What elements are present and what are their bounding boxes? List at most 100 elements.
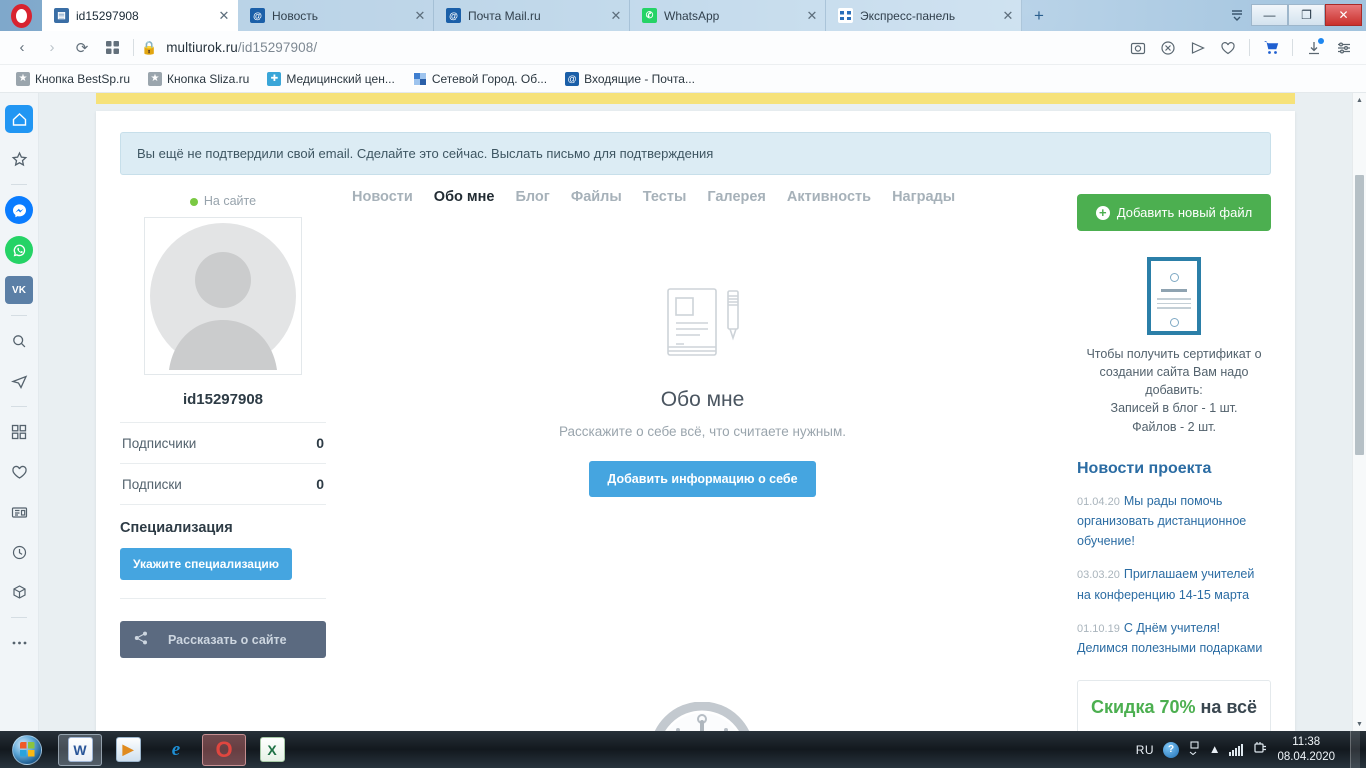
start-button[interactable] (0, 731, 54, 768)
snapshot-icon[interactable] (1124, 35, 1152, 61)
tab-title: Экспресс-панель (860, 8, 956, 23)
taskbar-item-internet-explorer[interactable]: e (154, 734, 198, 766)
lock-icon: 🔒 (141, 39, 158, 55)
tab-menu-chevron-icon[interactable] (1223, 2, 1251, 28)
add-new-file-button[interactable]: + Добавить новый файл (1077, 194, 1271, 231)
url-domain: multiurok.ru (166, 40, 238, 55)
about-me-empty-state: Обо мне Расскажите о себе всё, что счита… (352, 283, 1053, 497)
email-confirm-alert[interactable]: Вы ещё не подтвердили свой email. Сделай… (120, 132, 1271, 175)
cart-icon[interactable] (1257, 35, 1285, 61)
adblock-icon[interactable] (1154, 35, 1182, 61)
tray-overflow-chevron-icon[interactable]: ▲ (1209, 744, 1220, 756)
sidebar-item-extensions[interactable] (5, 578, 33, 606)
promo-banner[interactable]: Скидка 70% на всё (1077, 680, 1271, 731)
close-icon[interactable]: ✕ (609, 9, 623, 22)
browser-tab[interactable]: @ Новость ✕ (238, 0, 434, 31)
browser-tab[interactable]: ▤ id15297908 ✕ (42, 0, 238, 31)
forward-button[interactable]: › (38, 35, 66, 61)
taskbar-item-word[interactable]: W (58, 733, 102, 766)
content-column: Новости Обо мне Блог Файлы Тесты Галерея… (326, 175, 1077, 731)
sidebar-item-search[interactable] (5, 327, 33, 355)
promo-suffix: на всё (1200, 697, 1258, 718)
taskbar-item-excel[interactable]: X (250, 734, 294, 766)
stat-label: Подписки (122, 476, 182, 492)
certificate-seal-icon (1169, 273, 1179, 282)
browser-tab[interactable]: ✆ WhatsApp ✕ (630, 0, 826, 31)
heart-icon[interactable] (1214, 35, 1242, 61)
close-icon[interactable]: ✕ (413, 9, 427, 22)
scroll-down-arrow-icon[interactable]: ▼ (1353, 717, 1366, 731)
tab-title: WhatsApp (664, 8, 720, 23)
tab-blog[interactable]: Блог (515, 189, 549, 205)
empty-state-subtitle: Расскажите о себе всё, что считаете нужн… (558, 424, 847, 439)
bookmark-label: Входящие - Почта... (584, 71, 695, 86)
tab-awards[interactable]: Награды (892, 189, 955, 205)
browser-tab[interactable]: @ Почта Mail.ru ✕ (434, 0, 630, 31)
power-plug-icon[interactable] (1252, 741, 1268, 758)
help-icon[interactable]: ? (1163, 741, 1180, 758)
url-path: /id15297908/ (237, 40, 318, 55)
reload-button[interactable]: ⟳ (68, 35, 96, 61)
sidebar-item-history[interactable] (5, 538, 33, 566)
profile-username: id15297908 (182, 391, 264, 408)
sidebar-item-vk[interactable]: VK (5, 276, 33, 304)
tab-files[interactable]: Файлы (571, 189, 622, 205)
maximize-button[interactable]: ❐ (1288, 4, 1325, 26)
divider (1249, 39, 1250, 56)
bookmark-item[interactable]: Кнопка BestSp.ru (8, 70, 138, 88)
news-item[interactable]: 01.04.20 Мы рады помочь организовать дист… (1077, 491, 1271, 552)
sidebar-item-more[interactable] (5, 629, 33, 657)
divider (11, 406, 27, 407)
sidebar-item-favorites[interactable] (5, 458, 33, 486)
speed-dial-button[interactable] (98, 35, 126, 61)
close-icon[interactable]: ✕ (1001, 9, 1015, 22)
browser-tab[interactable]: Экспресс-панель ✕ (826, 0, 1022, 31)
bookmark-item[interactable]: Кнопка Sliza.ru (140, 70, 257, 88)
news-item[interactable]: 03.03.20 Приглашаем учителей на конференц… (1077, 564, 1271, 605)
sidebar-item-speed-dial[interactable] (5, 418, 33, 446)
tab-gallery[interactable]: Галерея (707, 189, 766, 205)
close-icon[interactable]: ✕ (217, 9, 231, 22)
news-item[interactable]: 01.10.19 С Днём учителя! Делимся полезным… (1077, 618, 1271, 659)
opera-sidebar: VK (0, 93, 39, 731)
scrollbar-thumb[interactable] (1355, 175, 1364, 455)
sidebar-item-news[interactable] (5, 498, 33, 526)
bookmark-item[interactable]: Сетевой Город. Об... (405, 70, 555, 88)
bookmark-item[interactable]: @ Входящие - Почта... (557, 70, 703, 88)
url-text[interactable]: multiurok.ru/id15297908/ (166, 40, 317, 55)
download-icon[interactable] (1300, 35, 1328, 61)
set-specialization-button[interactable]: Укажите специализацию (120, 548, 292, 580)
minimize-button[interactable]: — (1251, 4, 1288, 26)
avatar[interactable] (144, 217, 302, 375)
share-site-button[interactable]: Рассказать о сайте (120, 621, 326, 658)
stat-following[interactable]: Подписки 0 (120, 463, 326, 504)
add-about-info-button[interactable]: Добавить информацию о себе (589, 461, 816, 497)
close-window-button[interactable]: ✕ (1325, 4, 1362, 26)
tray-expand-icon[interactable] (1188, 741, 1200, 758)
page-scrollbar[interactable]: ▲ ▼ (1352, 93, 1366, 731)
tab-tests[interactable]: Тесты (643, 189, 687, 205)
tab-news[interactable]: Новости (352, 189, 413, 205)
settings-sliders-icon[interactable] (1330, 35, 1358, 61)
certificate-thumbnail[interactable] (1147, 257, 1201, 335)
sidebar-item-bookmarks[interactable] (5, 145, 33, 173)
taskbar-clock[interactable]: 11:38 08.04.2020 (1277, 735, 1341, 765)
tab-activity[interactable]: Активность (787, 189, 871, 205)
language-indicator[interactable]: RU (1136, 743, 1154, 757)
stat-followers[interactable]: Подписчики 0 (120, 422, 326, 463)
close-icon[interactable]: ✕ (805, 9, 819, 22)
sidebar-item-telegram[interactable] (5, 367, 33, 395)
sidebar-item-home[interactable] (5, 105, 33, 133)
network-signal-icon[interactable] (1229, 743, 1244, 756)
show-desktop-button[interactable] (1350, 731, 1360, 768)
bookmark-item[interactable]: ✚ Медицинский цен... (259, 70, 402, 88)
taskbar-item-media-player[interactable]: ▶ (106, 734, 150, 766)
new-tab-button[interactable]: + (1022, 0, 1056, 31)
sidebar-item-whatsapp[interactable] (5, 236, 33, 264)
taskbar-item-opera[interactable]: O (202, 733, 246, 766)
back-button[interactable]: ‹ (8, 35, 36, 61)
scroll-up-arrow-icon[interactable]: ▲ (1353, 93, 1366, 107)
tab-about-me[interactable]: Обо мне (434, 189, 495, 205)
sidebar-item-messenger[interactable] (5, 196, 33, 224)
send-icon[interactable] (1184, 35, 1212, 61)
